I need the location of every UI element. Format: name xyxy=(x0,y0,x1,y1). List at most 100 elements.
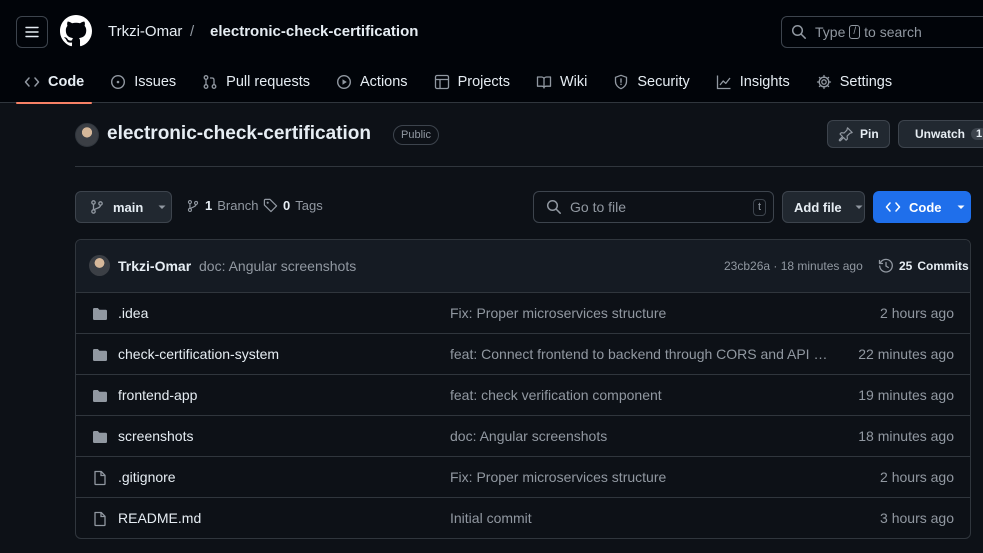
book-icon xyxy=(536,75,552,89)
global-search[interactable]: Type / to search xyxy=(781,16,983,48)
file-commit-time: 3 hours ago xyxy=(880,510,954,526)
pin-button[interactable]: Pin xyxy=(827,120,890,148)
file-name[interactable]: README.md xyxy=(118,510,201,526)
tab-code[interactable]: Code xyxy=(16,60,93,104)
file-name[interactable]: .gitignore xyxy=(118,469,176,485)
search-shortcut-key: / xyxy=(849,25,861,39)
file-commit-time: 18 minutes ago xyxy=(858,428,954,444)
branch-icon xyxy=(187,199,199,212)
code-icon xyxy=(24,76,40,87)
branch-name: main xyxy=(113,199,144,215)
file-commit-time: 2 hours ago xyxy=(880,469,954,485)
file-name[interactable]: frontend-app xyxy=(118,387,197,403)
global-header: Trkzi-Omar / electronic-check-certificat… xyxy=(0,0,983,104)
branches-count: 1 xyxy=(205,198,213,213)
tags-count: 0 xyxy=(283,198,291,213)
pull-request-icon xyxy=(203,74,217,89)
add-file-label: Add file xyxy=(794,199,842,215)
file-row-check-certification-system[interactable]: check-certification-system feat: Connect… xyxy=(76,334,970,375)
tab-issues[interactable]: Issues xyxy=(102,60,184,103)
file-commit-message[interactable]: Fix: Proper microservices structure xyxy=(450,305,832,321)
menu-button[interactable] xyxy=(16,16,48,48)
file-commit-message[interactable]: feat: Connect frontend to backend throug… xyxy=(450,346,832,362)
watch-button[interactable]: Unwatch 1 xyxy=(898,120,983,148)
tags-link[interactable]: 0 Tags xyxy=(263,198,323,213)
code-button[interactable]: Code xyxy=(873,191,971,223)
breadcrumb-owner[interactable]: Trkzi-Omar xyxy=(108,23,182,40)
file-name[interactable]: screenshots xyxy=(118,428,193,444)
repo-title[interactable]: electronic-check-certification xyxy=(107,123,371,145)
gear-icon xyxy=(816,74,831,89)
file-row-frontend-app[interactable]: frontend-app feat: check verification co… xyxy=(76,375,970,416)
tab-label: Insights xyxy=(739,73,790,90)
file-name[interactable]: .idea xyxy=(118,305,148,321)
code-icon xyxy=(885,202,901,212)
caret-down-icon xyxy=(957,205,964,209)
file-commit-message[interactable]: feat: check verification component xyxy=(450,387,832,403)
file-icon xyxy=(94,511,106,527)
folder-icon xyxy=(93,308,107,320)
search-icon xyxy=(546,199,561,214)
divider xyxy=(75,166,983,167)
github-logo-icon[interactable] xyxy=(60,15,92,47)
tab-label: Code xyxy=(48,73,85,90)
commits-link[interactable]: 25 Commits xyxy=(878,258,969,274)
tab-wiki[interactable]: Wiki xyxy=(528,60,595,103)
folder-icon xyxy=(93,431,107,443)
file-name[interactable]: check-certification-system xyxy=(118,346,279,362)
tab-label: Actions xyxy=(360,73,408,90)
branch-icon xyxy=(91,200,103,214)
tab-label: Projects xyxy=(457,73,510,90)
latest-commit-bar: Trkzi-Omar doc: Angular screenshots 23cb… xyxy=(76,240,970,293)
commits-count: 25 xyxy=(899,259,913,273)
tags-label: Tags xyxy=(295,198,323,213)
tab-security[interactable]: Security xyxy=(605,60,697,103)
tab-label: Issues xyxy=(134,73,177,90)
commits-label: Commits xyxy=(917,259,969,273)
branch-selector[interactable]: main xyxy=(75,191,172,223)
file-row-readme[interactable]: README.md Initial commit 3 hours ago xyxy=(76,498,970,538)
search-icon xyxy=(791,24,806,39)
branches-label: Branch xyxy=(217,198,259,213)
file-commit-message[interactable]: doc: Angular screenshots xyxy=(450,428,832,444)
breadcrumb-separator: / xyxy=(190,23,195,40)
table-icon xyxy=(434,74,449,89)
folder-icon xyxy=(93,390,107,402)
shield-icon xyxy=(615,74,628,89)
owner-avatar[interactable] xyxy=(75,123,99,147)
branches-link[interactable]: 1 Branch xyxy=(186,198,258,213)
tab-label: Settings xyxy=(839,73,893,90)
commit-message[interactable]: doc: Angular screenshots xyxy=(199,258,356,274)
commit-author-avatar[interactable] xyxy=(89,255,110,276)
code-button-label: Code xyxy=(909,199,942,215)
tab-pull-requests[interactable]: Pull requests xyxy=(194,60,318,103)
go-to-file-input[interactable]: Go to file t xyxy=(533,191,774,223)
commit-author[interactable]: Trkzi-Omar xyxy=(118,258,191,274)
file-commit-message[interactable]: Initial commit xyxy=(450,510,832,526)
tab-settings[interactable]: Settings xyxy=(808,60,900,103)
history-icon xyxy=(878,258,893,273)
watch-count: 1 xyxy=(971,128,983,140)
search-placeholder-post: to search xyxy=(864,24,922,40)
file-icon xyxy=(94,470,106,486)
file-row-screenshots[interactable]: screenshots doc: Angular screenshots 18 … xyxy=(76,416,970,457)
tab-insights[interactable]: Insights xyxy=(708,60,798,103)
tab-label: Security xyxy=(637,73,690,90)
tab-projects[interactable]: Projects xyxy=(426,60,518,103)
file-commit-time: 2 hours ago xyxy=(880,305,954,321)
folder-icon xyxy=(93,349,107,361)
tag-icon xyxy=(263,198,278,213)
file-commit-time: 19 minutes ago xyxy=(858,387,954,403)
file-commit-time: 22 minutes ago xyxy=(858,346,954,362)
file-row-idea[interactable]: .idea Fix: Proper microservices structur… xyxy=(76,293,970,334)
repo-tabs: Code Issues Pull requests Actions Projec… xyxy=(16,60,910,104)
hamburger-icon xyxy=(25,26,39,38)
tab-actions[interactable]: Actions xyxy=(328,60,416,103)
commit-hash-time[interactable]: 23cb26a · 18 minutes ago xyxy=(724,259,863,273)
file-row-gitignore[interactable]: .gitignore Fix: Proper microservices str… xyxy=(76,457,970,498)
breadcrumb-repo[interactable]: electronic-check-certification xyxy=(210,23,418,40)
add-file-button[interactable]: Add file xyxy=(782,191,865,223)
watch-label: Unwatch xyxy=(915,127,966,141)
pin-icon xyxy=(838,127,853,142)
file-commit-message[interactable]: Fix: Proper microservices structure xyxy=(450,469,832,485)
